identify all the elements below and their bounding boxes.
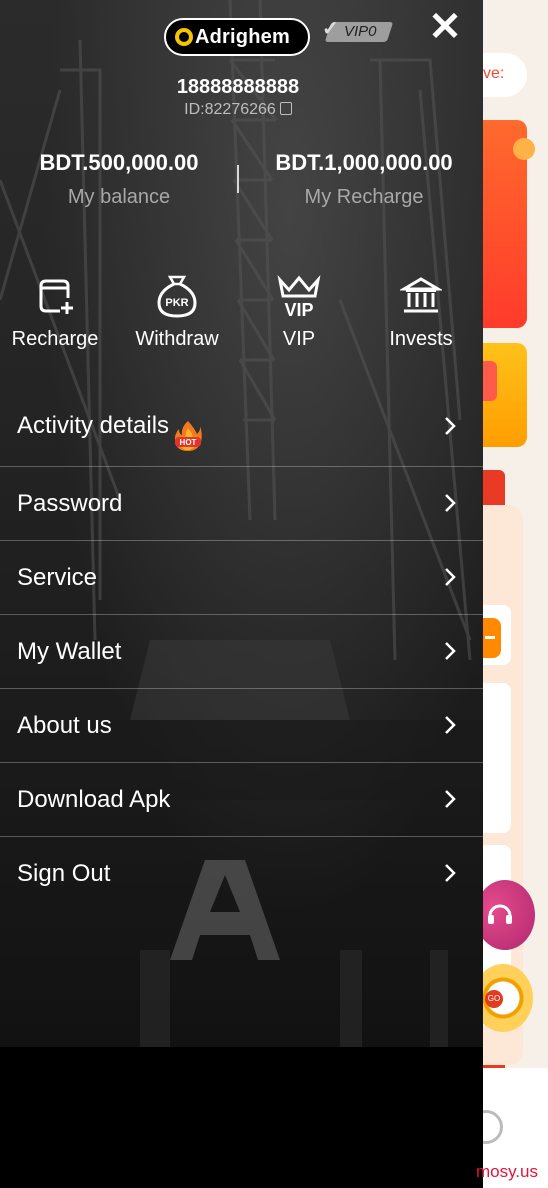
- chevron-right-icon: [445, 790, 456, 808]
- user-id: ID:82276266: [184, 101, 276, 118]
- menu-item-label: Download Apk: [17, 786, 171, 813]
- hot-flame-icon: HOT: [173, 409, 203, 451]
- menu-item-password[interactable]: Password: [0, 467, 483, 541]
- recharge-label: My Recharge: [304, 186, 424, 208]
- menu-item-label: Activity details: [17, 412, 170, 439]
- quick-action-label: Invests: [389, 328, 453, 350]
- chevron-right-icon: [445, 568, 456, 586]
- menu-item-label: My Wallet: [17, 638, 122, 665]
- balance-label: My balance: [67, 186, 171, 208]
- menu-item-label: About us: [17, 712, 112, 739]
- logo-text: Adrighem: [195, 25, 290, 48]
- balance-amount: BDT.500,000.00: [39, 150, 199, 175]
- wallet-plus-icon: [39, 279, 73, 314]
- check-icon: ✓: [322, 18, 339, 40]
- close-icon[interactable]: ✕: [426, 7, 464, 47]
- watermark-text: mosy.us: [475, 1162, 538, 1181]
- vip-level-badge: ✓ VIP0: [322, 18, 394, 42]
- brand-logo: Adrighem: [164, 18, 310, 56]
- pkr-icon-text: PKR: [165, 297, 188, 309]
- menu-item-sign-out[interactable]: Sign Out: [0, 837, 483, 910]
- promo-card-red[interactable]: [483, 120, 535, 328]
- go-label: GO: [485, 990, 503, 1008]
- chevron-right-icon: [445, 642, 456, 660]
- background-page: ve: GO: [483, 0, 548, 1188]
- promo-tag: [483, 361, 497, 401]
- menu-item-label: Service: [17, 564, 98, 591]
- recharge-amount: BDT.1,000,000.00: [275, 150, 453, 175]
- recharge-stat: BDT.1,000,000.00 My Recharge: [245, 150, 483, 209]
- menu-item-service[interactable]: Service: [0, 541, 483, 615]
- vip-crown-icon: VIP: [277, 275, 321, 318]
- menu-item-my-wallet[interactable]: My Wallet: [0, 615, 483, 689]
- copy-icon[interactable]: [279, 102, 292, 115]
- stat-divider: [237, 165, 239, 193]
- quick-action-label: Recharge: [11, 328, 99, 350]
- user-phone: 18888888888: [176, 76, 300, 98]
- chevron-right-icon: [445, 494, 456, 512]
- menu-item-activity-details[interactable]: Activity details HOT: [0, 390, 483, 467]
- search-bar-partial[interactable]: ve:: [483, 53, 527, 97]
- drawer-menu: Activity details HOT Password Service My…: [0, 390, 483, 910]
- side-drawer: Adrighem ✓ VIP0 ✕ 18888888888 ID:8227626…: [0, 0, 483, 1047]
- menu-item-label: Sign Out: [17, 860, 111, 887]
- nav-circle-icon[interactable]: [483, 1110, 503, 1144]
- lucky-wheel-button[interactable]: GO: [483, 964, 533, 1032]
- headset-icon: [488, 904, 512, 924]
- quick-action-vip[interactable]: VIP VIP: [239, 272, 359, 351]
- orange-button-partial[interactable]: [483, 618, 501, 658]
- menu-item-label: Password: [17, 490, 123, 517]
- quick-action-withdraw[interactable]: PKR Withdraw: [117, 272, 237, 351]
- customer-support-button[interactable]: [483, 880, 535, 950]
- logo-mark: [175, 28, 193, 46]
- quick-action-recharge[interactable]: Recharge: [0, 272, 115, 351]
- search-partial-text: ve:: [483, 65, 505, 82]
- chevron-right-icon: [445, 417, 456, 435]
- promo-card-yellow[interactable]: [483, 343, 527, 447]
- menu-item-download-apk[interactable]: Download Apk: [0, 763, 483, 837]
- bank-icon: [400, 277, 442, 313]
- vip-level-text: VIP0: [344, 23, 377, 40]
- user-id-row[interactable]: ID:82276266: [0, 101, 476, 119]
- money-bag-pkr-icon: PKR: [157, 275, 197, 318]
- product-slot[interactable]: [483, 683, 511, 833]
- drawer-bottom-overlay: [0, 1047, 483, 1188]
- chevron-right-icon: [445, 864, 456, 882]
- menu-item-about-us[interactable]: About us: [0, 689, 483, 763]
- chevron-right-icon: [445, 716, 456, 734]
- coin-icon: [513, 138, 535, 160]
- vip-icon-text: VIP: [284, 300, 313, 318]
- balance-stat: BDT.500,000.00 My balance: [0, 150, 238, 209]
- quick-action-invests[interactable]: Invests: [361, 272, 481, 351]
- hot-badge-text: HOT: [180, 438, 197, 447]
- quick-action-label: VIP: [282, 328, 316, 350]
- quick-action-label: Withdraw: [135, 328, 219, 350]
